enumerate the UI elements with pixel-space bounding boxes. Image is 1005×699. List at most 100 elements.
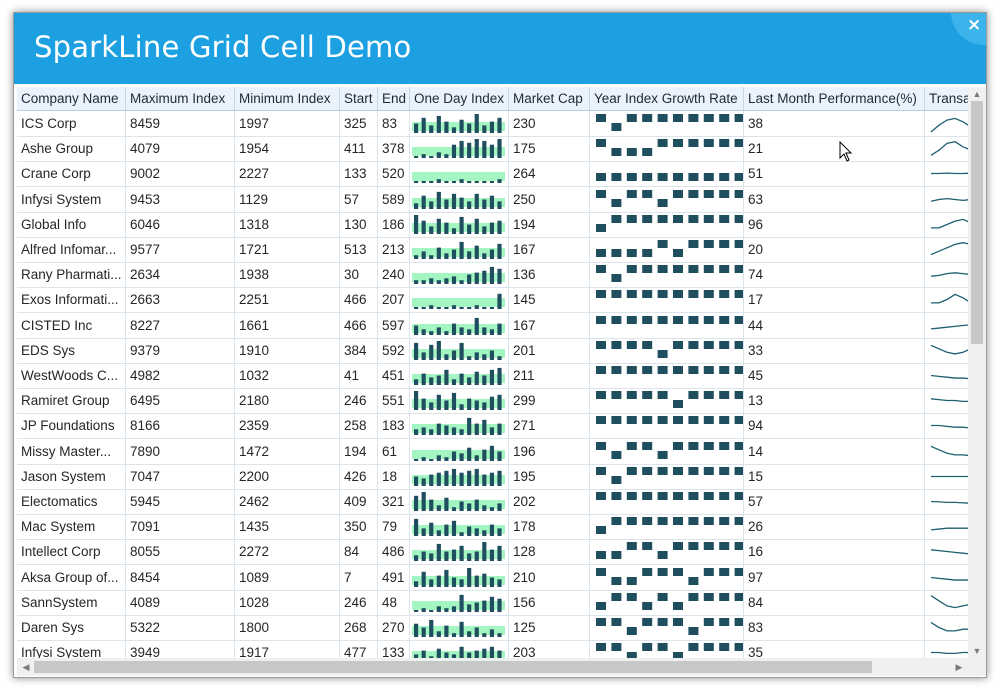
maximum-index-cell[interactable]: 6495 xyxy=(126,388,235,414)
maximum-index-cell[interactable]: 7047 xyxy=(126,463,235,489)
last-month-performance-cell[interactable]: 17 xyxy=(744,287,925,313)
year-index-growth-winloss[interactable] xyxy=(590,640,744,658)
company-name-cell[interactable]: SannSystem xyxy=(17,589,126,615)
end-cell[interactable]: 451 xyxy=(378,363,410,388)
table-row[interactable]: Ashe Group 4079 1954 411 378 175 21 xyxy=(17,136,968,163)
maximum-index-cell[interactable]: 8459 xyxy=(126,111,235,136)
minimum-index-cell[interactable]: 2462 xyxy=(235,489,340,514)
maximum-index-cell[interactable]: 4982 xyxy=(126,363,235,388)
market-cap-cell[interactable]: 167 xyxy=(509,312,590,338)
transactions-sparkline[interactable] xyxy=(925,338,968,363)
one-day-index-sparkcolumn[interactable] xyxy=(410,640,509,658)
one-day-index-sparkcolumn[interactable] xyxy=(410,186,509,212)
table-row[interactable]: Exos Informati... 2663 2251 466 207 145 17 xyxy=(17,287,968,314)
start-cell[interactable]: 466 xyxy=(340,312,378,338)
last-month-performance-cell[interactable]: 63 xyxy=(744,186,925,212)
end-cell[interactable]: 270 xyxy=(378,615,410,640)
market-cap-cell[interactable]: 230 xyxy=(509,111,590,136)
column-header[interactable]: Company Name xyxy=(17,87,126,110)
last-month-performance-cell[interactable]: 13 xyxy=(744,388,925,414)
one-day-index-sparkcolumn[interactable] xyxy=(410,489,509,514)
company-name-cell[interactable]: ICS Corp xyxy=(17,111,126,136)
table-row[interactable]: Aksa Group of... 8454 1089 7 491 210 97 xyxy=(17,564,968,591)
maximum-index-cell[interactable]: 5945 xyxy=(126,489,235,514)
end-cell[interactable]: 207 xyxy=(378,287,410,313)
company-name-cell[interactable]: Mac System xyxy=(17,514,126,540)
company-name-cell[interactable]: Jason System xyxy=(17,463,126,489)
one-day-index-sparkcolumn[interactable] xyxy=(410,161,509,187)
minimum-index-cell[interactable]: 1435 xyxy=(235,514,340,540)
year-index-growth-winloss[interactable] xyxy=(590,161,744,187)
table-row[interactable]: Infysi System 9453 1129 57 589 250 63 xyxy=(17,186,968,213)
minimum-index-cell[interactable]: 1917 xyxy=(235,640,340,658)
one-day-index-sparkcolumn[interactable] xyxy=(410,413,509,439)
table-row[interactable]: EDS Sys 9379 1910 384 592 201 33 xyxy=(17,337,968,364)
maximum-index-cell[interactable]: 9577 xyxy=(126,237,235,262)
year-index-growth-winloss[interactable] xyxy=(590,363,744,388)
minimum-index-cell[interactable]: 1800 xyxy=(235,615,340,640)
minimum-index-cell[interactable]: 1721 xyxy=(235,237,340,262)
minimum-index-cell[interactable]: 1089 xyxy=(235,564,340,590)
one-day-index-sparkcolumn[interactable] xyxy=(410,237,509,262)
company-name-cell[interactable]: CISTED Inc xyxy=(17,312,126,338)
start-cell[interactable]: 130 xyxy=(340,211,378,237)
start-cell[interactable]: 350 xyxy=(340,514,378,540)
maximum-index-cell[interactable]: 4089 xyxy=(126,589,235,615)
end-cell[interactable]: 133 xyxy=(378,640,410,658)
start-cell[interactable]: 246 xyxy=(340,388,378,414)
company-name-cell[interactable]: Missy Master... xyxy=(17,438,126,464)
transactions-sparkline[interactable] xyxy=(925,237,968,262)
market-cap-cell[interactable]: 156 xyxy=(509,589,590,615)
scroll-left-arrow-icon[interactable]: ◀ xyxy=(19,658,33,676)
last-month-performance-cell[interactable]: 51 xyxy=(744,161,925,187)
one-day-index-sparkcolumn[interactable] xyxy=(410,463,509,489)
maximum-index-cell[interactable]: 7091 xyxy=(126,514,235,540)
start-cell[interactable]: 409 xyxy=(340,489,378,514)
sparkline-grid[interactable]: Company Name Maximum Index Minimum Index St… xyxy=(17,87,968,658)
start-cell[interactable]: 7 xyxy=(340,564,378,590)
company-name-cell[interactable]: WestWoods C... xyxy=(17,363,126,388)
maximum-index-cell[interactable]: 4079 xyxy=(126,136,235,162)
market-cap-cell[interactable]: 264 xyxy=(509,161,590,187)
company-name-cell[interactable]: Infysi System xyxy=(17,640,126,658)
table-row[interactable]: Global Info 6046 1318 130 186 194 96 xyxy=(17,211,968,238)
last-month-performance-cell[interactable]: 15 xyxy=(744,463,925,489)
year-index-growth-winloss[interactable] xyxy=(590,539,744,565)
table-row[interactable]: ICS Corp 8459 1997 325 83 230 38 xyxy=(17,111,968,137)
year-index-growth-winloss[interactable] xyxy=(590,312,744,338)
minimum-index-cell[interactable]: 1938 xyxy=(235,262,340,288)
end-cell[interactable]: 592 xyxy=(378,337,410,363)
end-cell[interactable]: 551 xyxy=(378,388,410,414)
column-header[interactable]: Market Cap xyxy=(509,87,590,110)
company-name-cell[interactable]: Daren Sys xyxy=(17,615,126,640)
transactions-sparkline[interactable] xyxy=(925,313,968,338)
one-day-index-sparkcolumn[interactable] xyxy=(410,564,509,590)
transactions-sparkline[interactable] xyxy=(925,565,968,590)
last-month-performance-cell[interactable]: 57 xyxy=(744,489,925,514)
column-header[interactable]: Last Month Performance(%) xyxy=(744,87,925,110)
close-icon[interactable]: × xyxy=(967,15,981,35)
one-day-index-sparkcolumn[interactable] xyxy=(410,287,509,313)
year-index-growth-winloss[interactable] xyxy=(590,287,744,313)
last-month-performance-cell[interactable]: 20 xyxy=(744,237,925,262)
end-cell[interactable]: 520 xyxy=(378,161,410,187)
table-row[interactable]: Electomatics 5945 2462 409 321 202 57 xyxy=(17,489,968,515)
market-cap-cell[interactable]: 271 xyxy=(509,413,590,439)
maximum-index-cell[interactable]: 2634 xyxy=(126,262,235,288)
start-cell[interactable]: 258 xyxy=(340,413,378,439)
last-month-performance-cell[interactable]: 16 xyxy=(744,539,925,565)
transactions-sparkline[interactable] xyxy=(925,489,968,514)
scroll-up-arrow-icon[interactable]: ▲ xyxy=(968,87,986,101)
company-name-cell[interactable]: Infysi System xyxy=(17,186,126,212)
vertical-scrollbar[interactable]: ▲ ▼ xyxy=(968,87,986,658)
company-name-cell[interactable]: Alfred Infomar... xyxy=(17,237,126,262)
table-row[interactable]: Rany Pharmati... 2634 1938 30 240 136 74 xyxy=(17,262,968,289)
table-row[interactable]: Crane Corp 9002 2227 133 520 264 51 xyxy=(17,161,968,188)
year-index-growth-winloss[interactable] xyxy=(590,589,744,615)
year-index-growth-winloss[interactable] xyxy=(590,413,744,439)
minimum-index-cell[interactable]: 2200 xyxy=(235,463,340,489)
transactions-sparkline[interactable] xyxy=(925,439,968,464)
market-cap-cell[interactable]: 196 xyxy=(509,438,590,464)
one-day-index-sparkcolumn[interactable] xyxy=(410,514,509,540)
year-index-growth-winloss[interactable] xyxy=(590,337,744,363)
